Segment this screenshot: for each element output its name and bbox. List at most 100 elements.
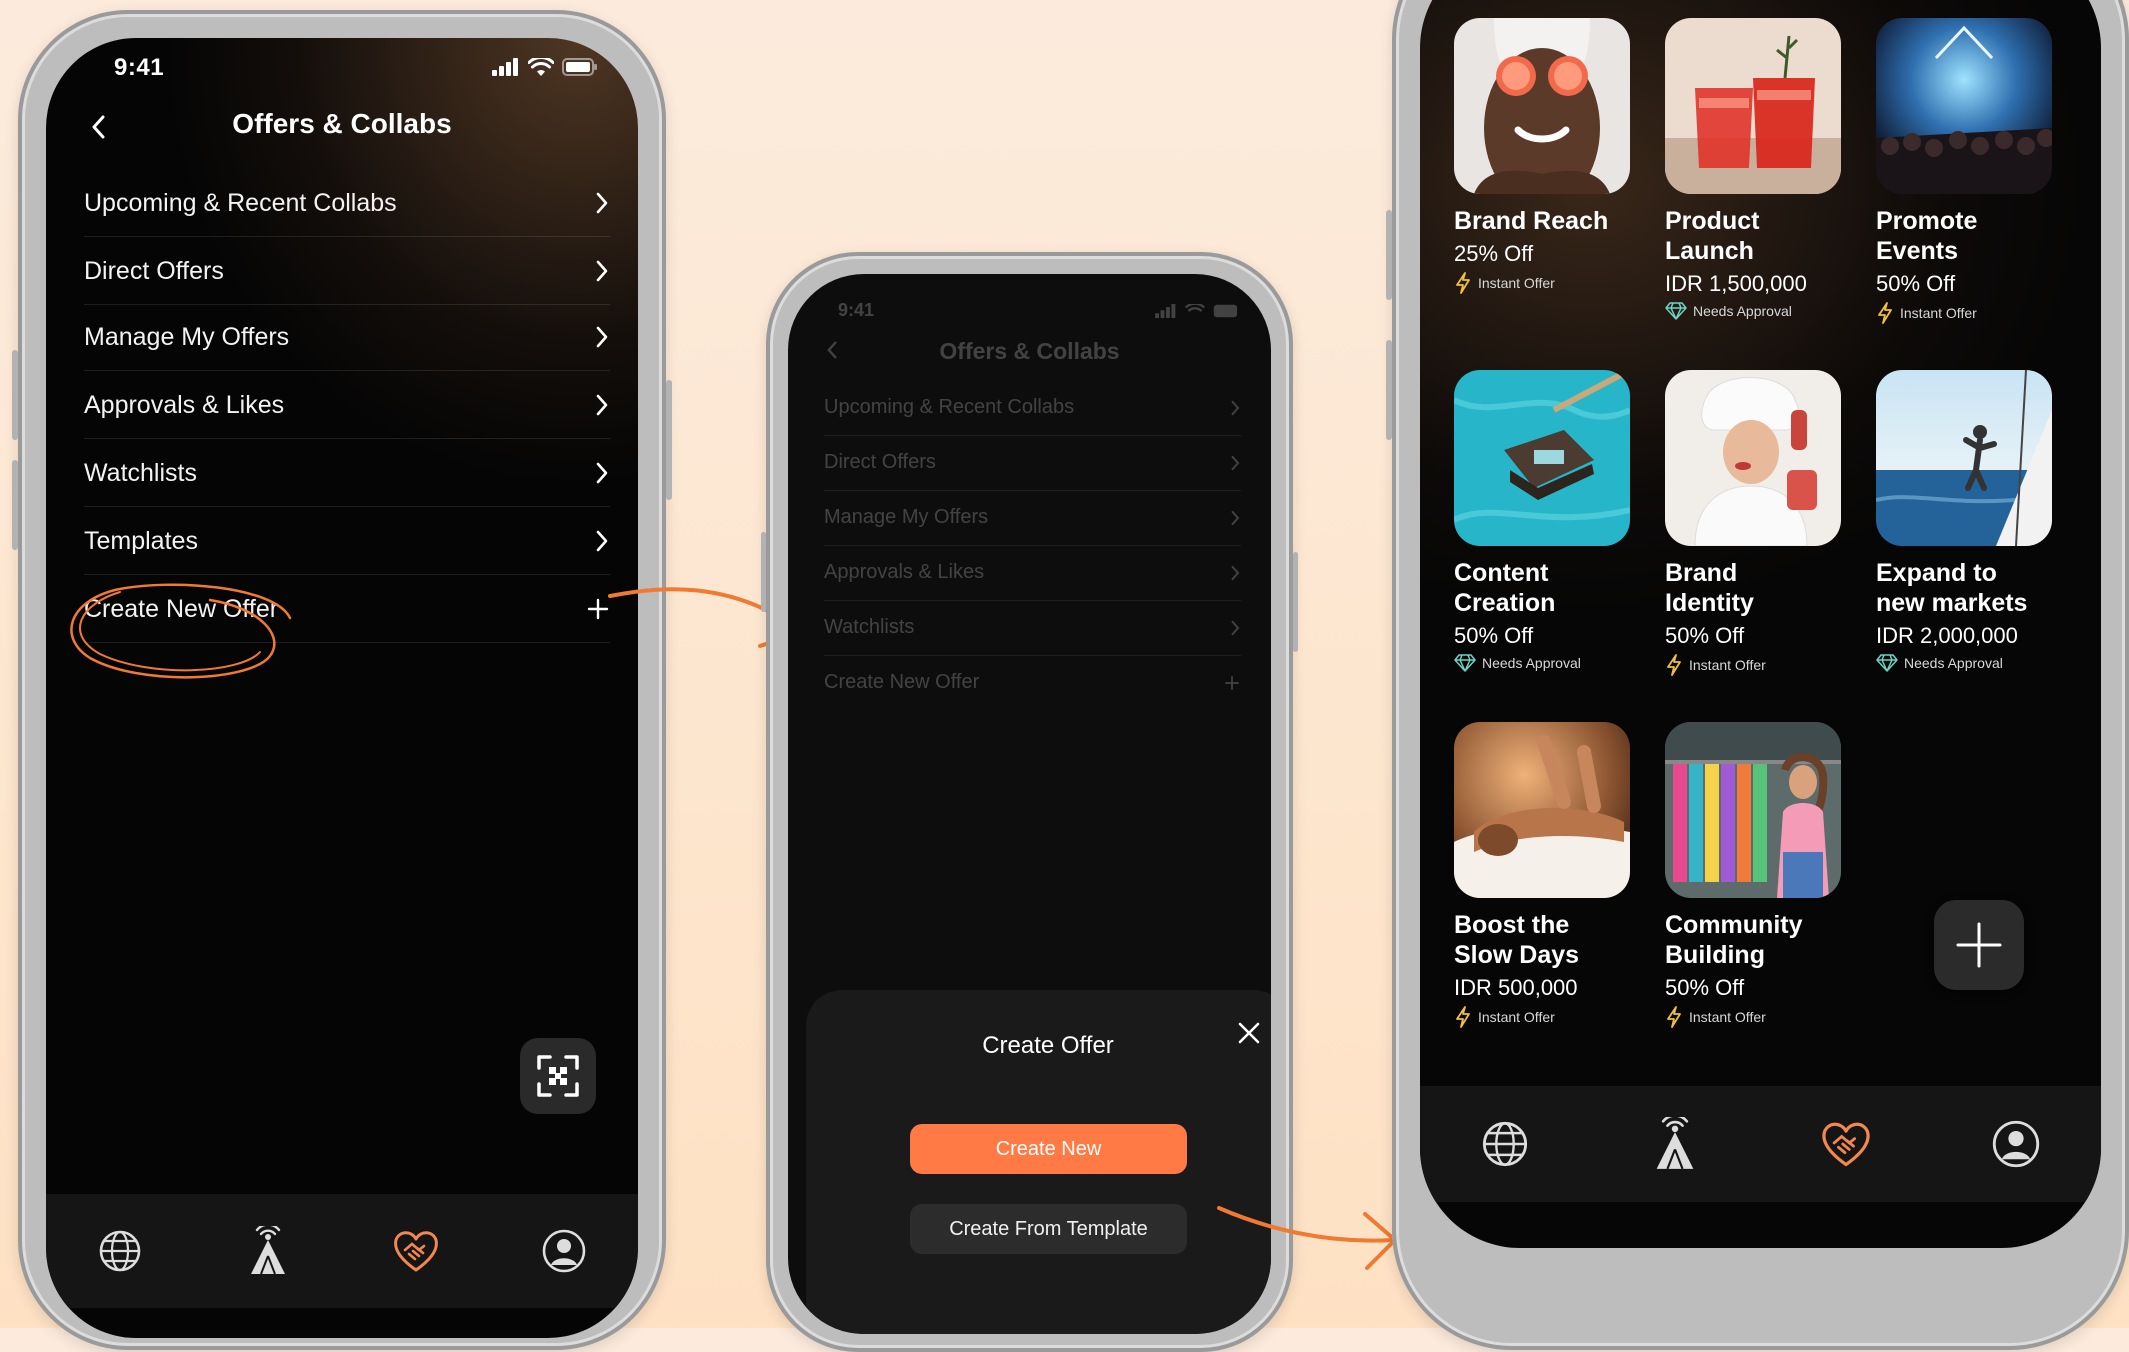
wifi-icon bbox=[1185, 304, 1205, 312]
chevron-right-icon bbox=[596, 530, 608, 552]
screen: 9:41 Offers & Collabs Upcoming & Recent … bbox=[788, 274, 1271, 1334]
tab-broadcast[interactable] bbox=[238, 1221, 298, 1281]
offer-title-line-1: Community bbox=[1665, 911, 1803, 939]
menu-item-label: Templates bbox=[84, 526, 198, 555]
offer-title-line-2: new markets bbox=[1876, 589, 2028, 617]
menu-item-manage-offers[interactable]: Manage My Offers bbox=[84, 304, 610, 371]
offer-title-line-2: Creation bbox=[1454, 589, 1556, 617]
chevron-right-icon bbox=[596, 394, 608, 416]
sheet-title: Create Offer bbox=[982, 1032, 1114, 1059]
tab-explore[interactable] bbox=[1475, 1114, 1535, 1174]
menu-item-direct-offers[interactable]: Direct Offers bbox=[84, 238, 610, 305]
lightning-icon bbox=[1667, 654, 1681, 676]
tab-explore[interactable] bbox=[90, 1221, 150, 1281]
menu-item-watchlists: Watchlists bbox=[824, 600, 1241, 656]
user-profile-icon bbox=[1992, 1120, 2040, 1168]
phone-offer-templates: Brand Reach 25% Off Instant Offer Produc… bbox=[1386, 0, 2129, 1350]
power-button bbox=[1293, 552, 1298, 652]
menu-item-manage-offers: Manage My Offers bbox=[824, 490, 1241, 546]
page-title: Offers & Collabs bbox=[939, 338, 1120, 364]
annotation-circle bbox=[70, 583, 292, 679]
menu-item-label: Upcoming & Recent Collabs bbox=[84, 188, 397, 217]
plus-icon bbox=[1956, 922, 2002, 968]
chevron-right-icon bbox=[1231, 620, 1240, 635]
volume-down-button bbox=[1386, 340, 1392, 440]
offer-title-line-2: Slow Days bbox=[1454, 941, 1580, 969]
battery-icon bbox=[1213, 304, 1238, 318]
offer-badge: Instant Offer bbox=[1665, 654, 1845, 676]
offer-thumbnail bbox=[1876, 370, 2052, 546]
phone-create-offer-sheet: 9:41 Offers & Collabs Upcoming & Recent … bbox=[761, 252, 1298, 1352]
menu-item-label: Manage My Offers bbox=[824, 506, 989, 528]
page-title: Offers & Collabs bbox=[232, 108, 452, 139]
offer-price: 50% Off bbox=[1454, 623, 1534, 648]
broadcast-tower-icon bbox=[251, 1226, 285, 1275]
plus-icon bbox=[1225, 675, 1239, 690]
tab-bar bbox=[1420, 1086, 2101, 1202]
menu-item-label: Direct Offers bbox=[84, 256, 224, 285]
add-offer-button[interactable] bbox=[1934, 900, 2024, 990]
offer-card-product-launch[interactable]: Product Launch IDR 1,500,000 Needs Approv… bbox=[1665, 18, 1845, 320]
tab-profile[interactable] bbox=[1986, 1114, 2046, 1174]
offer-title-line-1: Content bbox=[1454, 559, 1549, 587]
chevron-right-icon bbox=[596, 462, 608, 484]
tab-broadcast[interactable] bbox=[1645, 1114, 1705, 1174]
screen: Brand Reach 25% Off Instant Offer Produc… bbox=[1420, 0, 2101, 1248]
menu-item-label: Manage My Offers bbox=[84, 322, 290, 351]
offer-price: 50% Off bbox=[1665, 623, 1745, 648]
offer-badge: Instant Offer bbox=[1665, 1006, 1845, 1028]
tab-profile[interactable] bbox=[534, 1221, 594, 1281]
offer-thumbnail bbox=[1454, 18, 1630, 194]
offer-badge-label: Instant Offer bbox=[1478, 275, 1555, 291]
tab-collabs-active[interactable] bbox=[386, 1221, 446, 1281]
offer-thumbnail bbox=[1665, 722, 1841, 898]
offer-thumbnail bbox=[1665, 370, 1841, 546]
chevron-right-icon bbox=[1231, 565, 1240, 580]
lightning-icon bbox=[1878, 302, 1892, 324]
create-offer-sheet: Create Offer Create New Create From Temp… bbox=[806, 990, 1271, 1334]
offer-price: IDR 1,500,000 bbox=[1665, 271, 1807, 296]
menu-item-label: Direct Offers bbox=[824, 451, 936, 473]
create-new-button[interactable]: Create New bbox=[910, 1124, 1187, 1174]
cellular-signal-icon bbox=[492, 58, 518, 76]
qr-scan-button[interactable] bbox=[520, 1038, 596, 1114]
menu-item-label: Watchlists bbox=[824, 616, 915, 638]
offer-badge: Instant Offer bbox=[1454, 1006, 1634, 1028]
offer-price: 25% Off bbox=[1454, 241, 1534, 266]
status-time: 9:41 bbox=[838, 300, 875, 320]
menu-item-templates[interactable]: Templates bbox=[84, 508, 610, 575]
offer-title-line-1: Expand to bbox=[1876, 559, 1997, 587]
globe-icon bbox=[99, 1230, 141, 1272]
menu-item-upcoming-collabs[interactable]: Upcoming & Recent Collabs bbox=[84, 170, 610, 237]
offer-badge-label: Needs Approval bbox=[1904, 655, 2003, 671]
menu-item-watchlists[interactable]: Watchlists bbox=[84, 440, 610, 507]
battery-icon bbox=[562, 58, 597, 76]
offer-badge: Needs Approval bbox=[1454, 654, 1634, 672]
offer-card-expand-markets[interactable]: Expand to new markets IDR 2,000,000 Needs… bbox=[1876, 370, 2056, 672]
close-icon[interactable] bbox=[1234, 1018, 1264, 1048]
qr-scan-icon bbox=[537, 1055, 579, 1097]
offer-badge-label: Needs Approval bbox=[1693, 303, 1792, 319]
handshake-heart-icon bbox=[394, 1231, 438, 1272]
offer-price: 50% Off bbox=[1665, 975, 1745, 1000]
offer-title-line-2: Events bbox=[1876, 237, 1958, 265]
offer-badge: Needs Approval bbox=[1665, 302, 1845, 320]
chevron-right-icon bbox=[1231, 510, 1240, 525]
menu-item-label: Approvals & Likes bbox=[824, 561, 985, 583]
offer-card-content-creation[interactable]: Content Creation 50% Off Needs Approval bbox=[1454, 370, 1634, 672]
tab-collabs-active[interactable] bbox=[1816, 1114, 1876, 1174]
lightning-icon bbox=[1456, 1006, 1470, 1028]
create-from-template-button[interactable]: Create From Template bbox=[910, 1204, 1187, 1254]
offer-card-community-building[interactable]: Community Building 50% Off Instant Offer bbox=[1665, 722, 1845, 1028]
offer-card-promote-events[interactable]: Promote Events 50% Off Instant Offer bbox=[1876, 18, 2056, 324]
menu-item-approvals-likes[interactable]: Approvals & Likes bbox=[84, 372, 610, 439]
offer-card-brand-reach[interactable]: Brand Reach 25% Off Instant Offer bbox=[1454, 18, 1634, 294]
offer-card-brand-identity[interactable]: Brand Identity 50% Off Instant Offer bbox=[1665, 370, 1845, 676]
flow-arrow-2 bbox=[1217, 1206, 1397, 1270]
offer-badge-label: Instant Offer bbox=[1689, 657, 1766, 673]
status-bar: 9:41 bbox=[46, 38, 638, 98]
offer-thumbnail bbox=[1665, 18, 1841, 194]
offer-badge: Needs Approval bbox=[1876, 654, 2056, 672]
offer-card-boost-slow-days[interactable]: Boost the Slow Days IDR 500,000 Instant O… bbox=[1454, 722, 1634, 1028]
diamond-icon bbox=[1665, 302, 1687, 320]
